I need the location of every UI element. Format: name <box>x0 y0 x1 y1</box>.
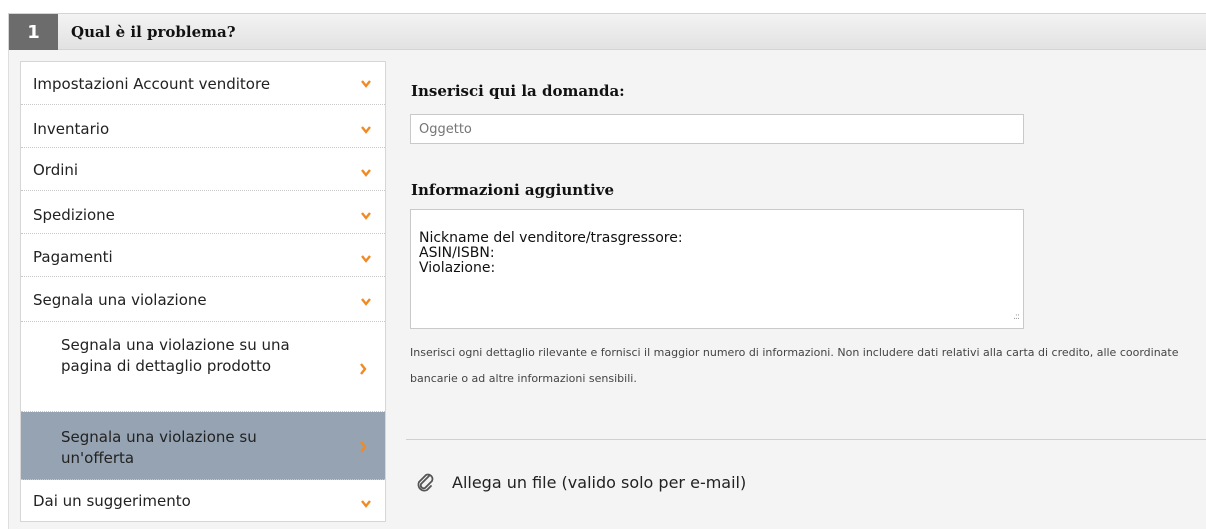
chevron-down-icon <box>361 212 371 220</box>
additional-info-textarea[interactable]: Nickname del venditore/trasgressore: ASI… <box>410 209 1024 329</box>
menu-item-label: Segnala una violazione su una pagina di … <box>61 336 290 375</box>
attach-file-link[interactable]: Allega un file (valido solo per e-mail) <box>414 471 746 493</box>
chevron-down-icon <box>361 298 371 306</box>
chevron-down-icon <box>361 80 371 88</box>
chevron-down-icon <box>361 169 371 177</box>
additional-info-text: Nickname del venditore/trasgressore: ASI… <box>419 230 683 276</box>
menu-subitem-detail-page-violation[interactable]: Segnala una violazione su una pagina di … <box>21 322 385 412</box>
menu-item-report-violation[interactable]: Segnala una violazione <box>21 277 385 322</box>
chevron-right-icon <box>360 363 367 375</box>
menu-item-payments[interactable]: Pagamenti <box>21 234 385 277</box>
step-title: Qual è il problema? <box>71 23 236 41</box>
step-number: 1 <box>9 14 58 50</box>
additional-info-label: Informazioni aggiuntive <box>411 181 615 199</box>
paperclip-icon <box>417 473 434 492</box>
resize-handle-icon[interactable]: .:: <box>1013 310 1020 325</box>
menu-item-label: Spedizione <box>33 206 115 224</box>
subject-input[interactable] <box>410 114 1024 144</box>
divider <box>406 439 1206 440</box>
menu-item-orders[interactable]: Ordini <box>21 148 385 191</box>
menu-item-suggestion[interactable]: Dai un suggerimento <box>21 480 385 521</box>
menu-item-shipping[interactable]: Spedizione <box>21 191 385 234</box>
chevron-down-icon <box>361 500 371 508</box>
question-label: Inserisci qui la domanda: <box>411 82 625 100</box>
menu-item-label: Segnala una violazione <box>33 291 207 309</box>
menu-item-inventory[interactable]: Inventario <box>21 105 385 148</box>
menu-item-label: Pagamenti <box>33 248 113 266</box>
menu-item-seller-account[interactable]: Impostazioni Account venditore <box>21 62 385 105</box>
menu-item-label: Dai un suggerimento <box>33 492 191 510</box>
category-menu: Impostazioni Account venditore Inventari… <box>20 61 386 522</box>
chevron-down-icon <box>361 255 371 263</box>
menu-item-label: Impostazioni Account venditore <box>33 75 271 93</box>
chevron-down-icon <box>361 126 371 134</box>
help-text: Inserisci ogni dettaglio rilevante e for… <box>410 346 1179 385</box>
menu-item-label: Ordini <box>33 161 79 179</box>
menu-subitem-offer-violation[interactable]: Segnala una violazione su un'offerta <box>21 412 385 480</box>
attach-file-label: Allega un file (valido solo per e-mail) <box>452 472 747 492</box>
step-header: 1 Qual è il problema? <box>8 13 1206 50</box>
menu-item-label: Inventario <box>33 120 110 138</box>
chevron-right-icon <box>360 441 367 453</box>
menu-item-label: Segnala una violazione su un'offerta <box>61 428 257 467</box>
